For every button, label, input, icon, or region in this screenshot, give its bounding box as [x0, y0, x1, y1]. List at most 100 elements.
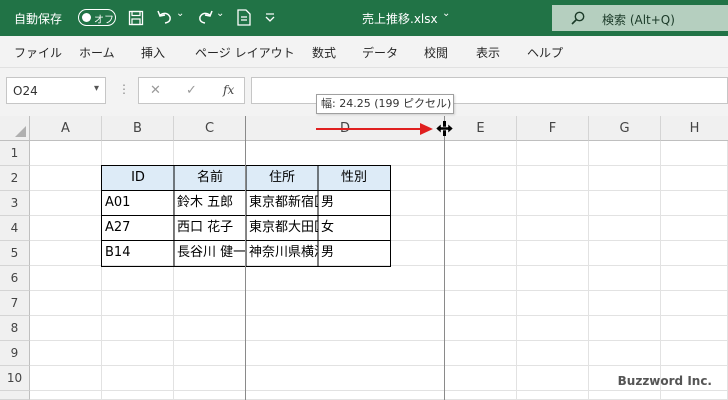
grid-cell[interactable]	[445, 391, 517, 400]
tab-review[interactable]: 校閲	[424, 44, 448, 61]
grid-cell[interactable]	[445, 341, 517, 366]
grid-cell[interactable]	[102, 366, 174, 391]
grid-cell[interactable]	[30, 241, 102, 266]
grid-cell[interactable]	[30, 191, 102, 216]
grid-cell[interactable]	[517, 141, 589, 166]
name-box[interactable]: O24 ▾	[6, 77, 106, 104]
column-header-c[interactable]: C	[174, 116, 246, 141]
grid-cell[interactable]	[661, 216, 728, 241]
grid-cell[interactable]	[30, 166, 102, 191]
enter-icon[interactable]: ✓	[186, 83, 197, 98]
undo-icon[interactable]	[156, 9, 174, 25]
redo-dropdown-icon[interactable]: ⌄	[216, 8, 224, 19]
grid-cell[interactable]	[661, 191, 728, 216]
tab-help[interactable]: ヘルプ	[527, 44, 563, 61]
grid-cell[interactable]	[30, 391, 102, 400]
grid-cell[interactable]	[445, 366, 517, 391]
row-header-4[interactable]: 4	[0, 216, 30, 241]
grid-cell[interactable]	[589, 266, 661, 291]
row-header-9[interactable]: 9	[0, 341, 30, 366]
insert-function-icon[interactable]: fx	[223, 83, 234, 97]
grid-cell[interactable]	[661, 316, 728, 341]
grid-cell[interactable]	[174, 316, 246, 341]
grid-cell[interactable]	[661, 391, 728, 400]
grid-cell[interactable]	[517, 166, 589, 191]
grid-cell[interactable]	[30, 366, 102, 391]
tab-view[interactable]: 表示	[476, 44, 500, 61]
row-header-5[interactable]: 5	[0, 241, 30, 266]
grid-cell[interactable]	[589, 166, 661, 191]
grid-cell[interactable]	[30, 216, 102, 241]
grid-cell[interactable]	[102, 341, 174, 366]
column-header-e[interactable]: E	[445, 116, 517, 141]
row-header-7[interactable]: 7	[0, 291, 30, 316]
row-header-10[interactable]: 10	[0, 366, 30, 391]
splitter-handle-icon[interactable]: ⋮	[118, 82, 130, 96]
row-header-11[interactable]	[0, 391, 30, 400]
grid-cell[interactable]	[102, 391, 174, 400]
page-icon[interactable]	[236, 9, 252, 26]
grid-cell[interactable]	[517, 366, 589, 391]
grid-cell[interactable]	[445, 166, 517, 191]
grid-cell[interactable]	[517, 316, 589, 341]
worksheet-grid[interactable]: A B C D E F G H 1 2 3 4 5 6 7 8 9 10 ID …	[0, 116, 728, 400]
grid-cell[interactable]	[102, 316, 174, 341]
column-resize-cursor-icon[interactable]	[436, 121, 453, 136]
grid-cell[interactable]	[445, 216, 517, 241]
name-box-dropdown-icon[interactable]: ▾	[94, 83, 99, 94]
tab-file[interactable]: ファイル	[14, 44, 62, 61]
grid-cell[interactable]	[445, 241, 517, 266]
grid-cell[interactable]	[517, 216, 589, 241]
redo-icon[interactable]	[196, 9, 214, 25]
row-header-1[interactable]: 1	[0, 141, 30, 166]
grid-cell[interactable]	[445, 141, 517, 166]
grid-cell[interactable]	[246, 266, 445, 291]
grid-cell[interactable]	[517, 341, 589, 366]
grid-cell[interactable]	[174, 391, 246, 400]
search-box[interactable]: 検索 (Alt+Q)	[552, 5, 728, 31]
grid-cell[interactable]	[589, 391, 661, 400]
grid-cell[interactable]	[246, 316, 445, 341]
grid-cell[interactable]	[174, 266, 246, 291]
grid-cell[interactable]	[517, 191, 589, 216]
column-header-h[interactable]: H	[661, 116, 728, 141]
grid-cell[interactable]	[445, 316, 517, 341]
grid-cell[interactable]	[30, 266, 102, 291]
grid-cell[interactable]	[174, 366, 246, 391]
grid-cell[interactable]	[246, 391, 445, 400]
grid-cell[interactable]	[661, 141, 728, 166]
row-header-2[interactable]: 2	[0, 166, 30, 191]
grid-cell[interactable]	[445, 266, 517, 291]
grid-cell[interactable]	[30, 316, 102, 341]
grid-cell[interactable]	[589, 191, 661, 216]
grid-cell[interactable]	[30, 341, 102, 366]
tab-home[interactable]: ホーム	[79, 44, 115, 61]
grid-cell[interactable]	[589, 341, 661, 366]
grid-cell[interactable]	[102, 266, 174, 291]
customize-toolbar-icon[interactable]	[264, 12, 276, 22]
grid-cell[interactable]	[589, 316, 661, 341]
tab-insert[interactable]: 挿入	[141, 44, 165, 61]
column-header-f[interactable]: F	[517, 116, 589, 141]
select-all-button[interactable]	[0, 116, 30, 141]
grid-cell[interactable]	[517, 241, 589, 266]
column-header-b[interactable]: B	[102, 116, 174, 141]
grid-cell[interactable]	[102, 141, 174, 166]
grid-cell[interactable]	[174, 141, 246, 166]
grid-cell[interactable]	[445, 191, 517, 216]
file-menu-icon[interactable]: ⌄	[442, 8, 450, 19]
grid-cell[interactable]	[661, 266, 728, 291]
grid-cell[interactable]	[661, 341, 728, 366]
grid-cell[interactable]	[246, 141, 445, 166]
row-header-3[interactable]: 3	[0, 191, 30, 216]
grid-cell[interactable]	[246, 341, 445, 366]
save-icon[interactable]	[128, 10, 144, 26]
grid-cell[interactable]	[589, 141, 661, 166]
cancel-icon[interactable]: ✕	[150, 83, 161, 98]
grid-cell[interactable]	[661, 241, 728, 266]
grid-cell[interactable]	[246, 291, 445, 316]
tab-page-layout[interactable]: ページ レイアウト	[195, 44, 295, 61]
grid-cell[interactable]	[102, 291, 174, 316]
autosave-toggle[interactable]: オフ	[78, 9, 116, 26]
grid-cell[interactable]	[517, 391, 589, 400]
